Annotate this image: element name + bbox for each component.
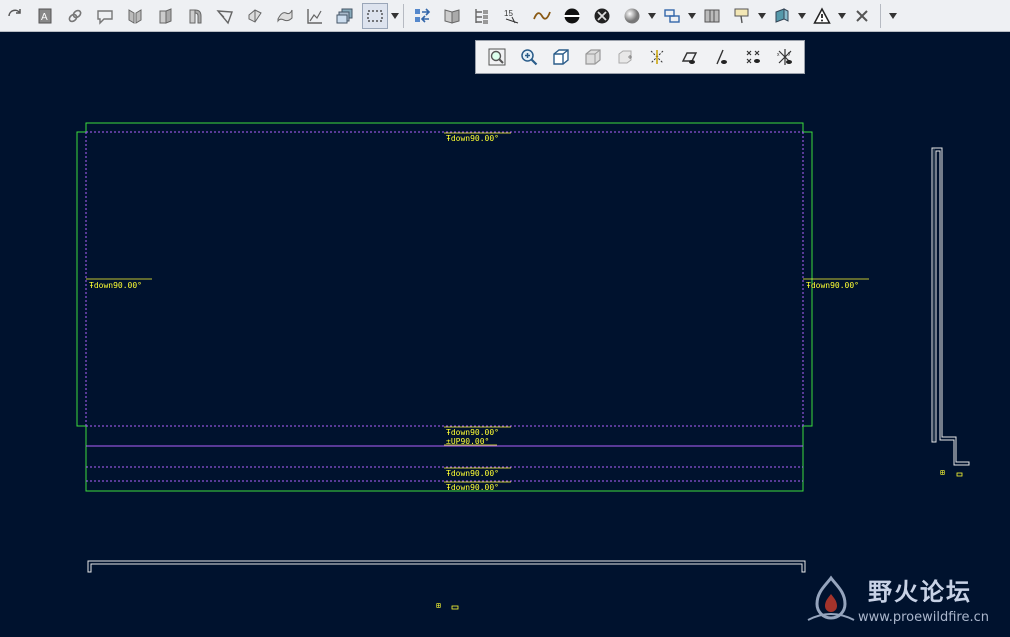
- svg-text:15: 15: [504, 9, 513, 18]
- svg-text:Ŧdown90.00°: Ŧdown90.00°: [89, 281, 142, 290]
- bend-note-bottom-2[interactable]: ±UP90.00°: [444, 437, 497, 446]
- bend-note-top[interactable]: Ŧdown90.00°: [444, 132, 511, 143]
- warning-icon[interactable]: [809, 3, 835, 29]
- bottom-view-label-box: [451, 605, 459, 610]
- bend-note-left[interactable]: Ŧdown90.00°: [86, 278, 152, 290]
- unbend-icon[interactable]: [152, 3, 178, 29]
- regenerate-icon[interactable]: [2, 3, 28, 29]
- copy-layers-icon[interactable]: [332, 3, 358, 29]
- sphere-icon[interactable]: [619, 3, 645, 29]
- panels-icon[interactable]: [699, 3, 725, 29]
- graphics-canvas[interactable]: Ŧdown90.00° Ŧdown90.00° Ŧdown90.00° Ŧdow…: [0, 32, 1010, 637]
- toolbar-divider: [403, 3, 404, 28]
- hidden-shade-icon[interactable]: [559, 3, 585, 29]
- side-view-label: ⊞: [940, 468, 945, 477]
- svg-text:Ŧdown90.00°: Ŧdown90.00°: [446, 134, 499, 143]
- chevron-down-icon[interactable]: [390, 3, 400, 29]
- svg-text:Ŧdown90.00°: Ŧdown90.00°: [806, 281, 859, 290]
- table-icon[interactable]: 15: [499, 3, 525, 29]
- flat-pattern-drawing: Ŧdown90.00° Ŧdown90.00° Ŧdown90.00° Ŧdow…: [76, 122, 970, 610]
- refresh-transfer-icon[interactable]: [409, 3, 435, 29]
- svg-text:Ŧdown90.00°: Ŧdown90.00°: [446, 483, 499, 492]
- flat-pattern-outline: [76, 122, 813, 492]
- callout-icon[interactable]: [92, 3, 118, 29]
- graph-icon[interactable]: [302, 3, 328, 29]
- close-window-icon[interactable]: [849, 3, 875, 29]
- curve-icon[interactable]: [529, 3, 555, 29]
- forum-watermark: 野火论坛 www.proewildfire.cn: [800, 570, 1008, 632]
- svg-text:A: A: [41, 12, 48, 23]
- forum-logo-icon: [807, 575, 855, 621]
- deform-icon[interactable]: [272, 3, 298, 29]
- bottom-view-label: ⊞: [436, 601, 441, 610]
- bend-note-right[interactable]: Ŧdown90.00°: [803, 278, 869, 290]
- flat-pattern-icon[interactable]: [122, 3, 148, 29]
- no-hidden-icon[interactable]: [589, 3, 615, 29]
- main-toolbar: A 15: [0, 0, 1010, 32]
- svg-text:±UP90.00°: ±UP90.00°: [446, 437, 489, 446]
- chevron-down-icon[interactable]: [687, 3, 697, 29]
- bend-back-icon[interactable]: [182, 3, 208, 29]
- chevron-down-icon[interactable]: [837, 3, 847, 29]
- note-icon[interactable]: [729, 3, 755, 29]
- forum-title: 野火论坛: [868, 578, 972, 606]
- forum-url: www.proewildfire.cn: [858, 610, 989, 625]
- selection-box-icon[interactable]: [362, 2, 388, 29]
- chevron-down-icon[interactable]: [757, 3, 767, 29]
- chevron-down-icon[interactable]: [797, 3, 807, 29]
- side-view-profile[interactable]: [931, 147, 970, 466]
- chevron-down-icon[interactable]: [647, 3, 657, 29]
- svg-text:Ŧdown90.00°: Ŧdown90.00°: [446, 428, 499, 437]
- bend-note-bottom-3[interactable]: Ŧdown90.00°: [444, 467, 511, 478]
- annotation-icon[interactable]: A: [32, 3, 58, 29]
- feature-icon[interactable]: [769, 3, 795, 29]
- bend-note-bottom-1[interactable]: Ŧdown90.00°: [444, 426, 511, 437]
- corner-relief-icon[interactable]: [212, 3, 238, 29]
- layout-icon[interactable]: [659, 3, 685, 29]
- bottom-view-profile[interactable]: [87, 560, 806, 573]
- svg-text:Ŧdown90.00°: Ŧdown90.00°: [446, 469, 499, 478]
- tree-icon[interactable]: [469, 3, 495, 29]
- toolbar-divider: [880, 3, 881, 28]
- rip-icon[interactable]: [242, 3, 268, 29]
- book-icon[interactable]: [439, 3, 465, 29]
- link-icon[interactable]: [62, 3, 88, 29]
- side-view-label-box: [956, 472, 963, 477]
- overflow-icon[interactable]: [884, 3, 902, 29]
